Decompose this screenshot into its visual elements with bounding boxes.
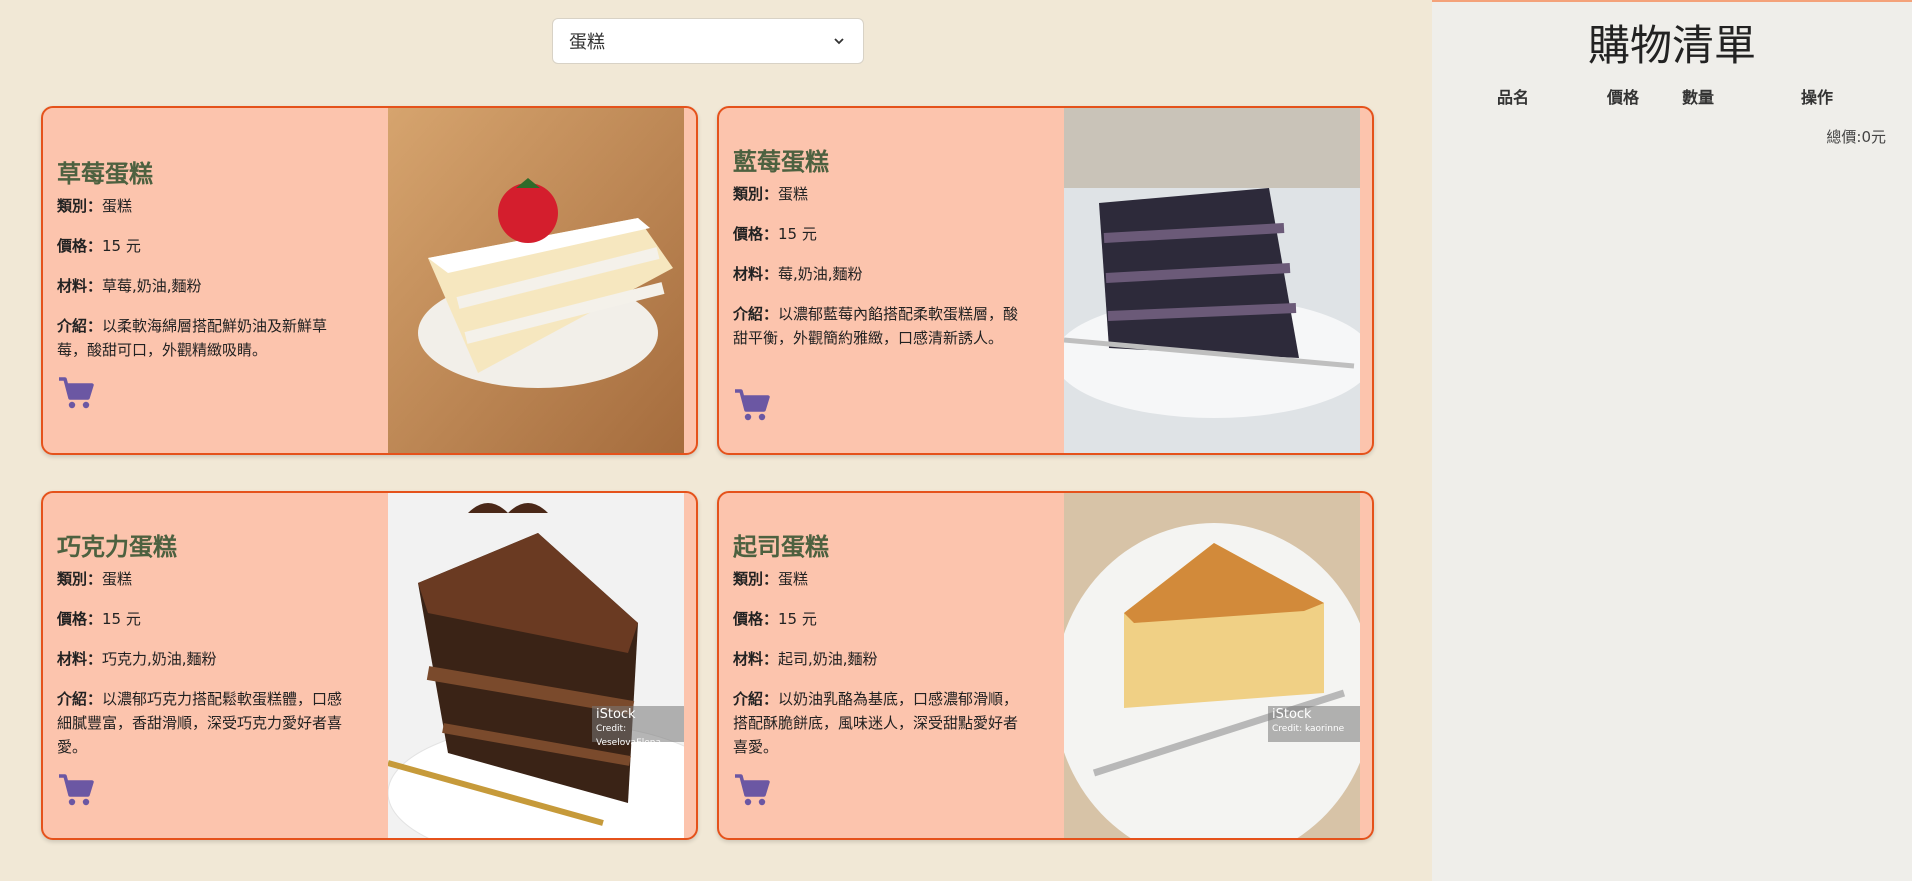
product-intro: 介紹：以濃郁藍莓內餡搭配柔軟蛋糕層，酸甜平衡，外觀簡約雅緻，口感清新誘人。: [733, 305, 1019, 347]
product-price: 價格：15 元: [733, 610, 817, 628]
product-name: 巧克力蛋糕: [57, 533, 177, 561]
category-select-value: 蛋糕: [569, 32, 605, 53]
cart-column-actions: 操作: [1801, 88, 1834, 107]
product-name: 起司蛋糕: [733, 533, 829, 561]
shopping-cart-panel: 購物清單 品名 價格 數量 操作 總價:0元: [1432, 2, 1912, 881]
product-ingredients: 材料：巧克力,奶油,麵粉: [57, 650, 217, 668]
cheese-cake-photo: iStock Credit: kaorinne: [1064, 493, 1360, 838]
cart-icon[interactable]: [733, 773, 771, 807]
product-ingredients: 材料：草莓,奶油,麵粉: [57, 277, 202, 295]
product-name: 草莓蛋糕: [57, 160, 153, 188]
product-price: 價格：15 元: [57, 610, 141, 628]
product-intro: 介紹：以奶油乳酪為基底，口感濃郁滑順，搭配酥脆餅底，風味迷人，深受甜點愛好者喜愛…: [733, 690, 1019, 756]
product-category: 類別：蛋糕: [733, 570, 809, 588]
product-card-blueberry: 藍莓蛋糕 類別：蛋糕 價格：15 元 材料：莓,奶油,麵粉 介紹：以濃郁藍莓內餡…: [717, 106, 1374, 455]
cart-title: 購物清單: [1587, 21, 1756, 70]
product-ingredients: 材料：莓,奶油,麵粉: [733, 265, 863, 283]
product-category: 類別：蛋糕: [57, 570, 133, 588]
product-category: 類別：蛋糕: [733, 185, 809, 203]
product-name: 藍莓蛋糕: [733, 148, 829, 176]
cart-column-quantity: 數量: [1682, 88, 1715, 107]
product-intro: 介紹：以濃郁巧克力搭配鬆軟蛋糕體，口感細膩豐富，香甜滑順，深受巧克力愛好者喜愛。: [57, 690, 343, 756]
blueberry-cake-photo: [1064, 108, 1360, 453]
product-card-chocolate: 巧克力蛋糕 類別：蛋糕 價格：15 元 材料：巧克力,奶油,麵粉 介紹：以濃郁巧…: [41, 491, 698, 840]
cart-column-price: 價格: [1607, 88, 1640, 107]
cart-column-name: 品名: [1497, 88, 1530, 107]
product-card-strawberry: 草莓蛋糕 類別：蛋糕 價格：15 元 材料：草莓,奶油,麵粉 介紹：以柔軟海綿層…: [41, 106, 698, 455]
product-intro: 介紹：以柔軟海綿層搭配鮮奶油及新鮮草莓，酸甜可口，外觀精緻吸睛。: [57, 317, 328, 359]
chocolate-cake-photo: iStock Credit: VeselovaElena: [388, 493, 684, 838]
strawberry-cake-photo: [388, 108, 684, 453]
photo-watermark: iStock Credit: kaorinne: [1268, 706, 1360, 742]
photo-watermark: iStock Credit: VeselovaElena: [592, 706, 684, 748]
cart-icon[interactable]: [57, 376, 95, 410]
product-area: 蛋糕 草莓蛋糕 類別：蛋糕 價格：15 元 材料：草莓,奶油,麵粉 介紹：以柔軟…: [0, 0, 1432, 881]
category-select[interactable]: 蛋糕: [552, 18, 864, 64]
product-ingredients: 材料：起司,奶油,麵粉: [733, 650, 878, 668]
product-category: 類別：蛋糕: [57, 197, 133, 215]
chevron-down-icon: [834, 38, 844, 45]
cart-icon[interactable]: [733, 388, 771, 422]
cart-icon[interactable]: [57, 773, 95, 807]
cart-total: 總價:0元: [1826, 128, 1886, 146]
product-price: 價格：15 元: [57, 237, 141, 255]
product-price: 價格：15 元: [733, 225, 817, 243]
product-card-cheese: 起司蛋糕 類別：蛋糕 價格：15 元 材料：起司,奶油,麵粉 介紹：以奶油乳酪為…: [717, 491, 1374, 840]
